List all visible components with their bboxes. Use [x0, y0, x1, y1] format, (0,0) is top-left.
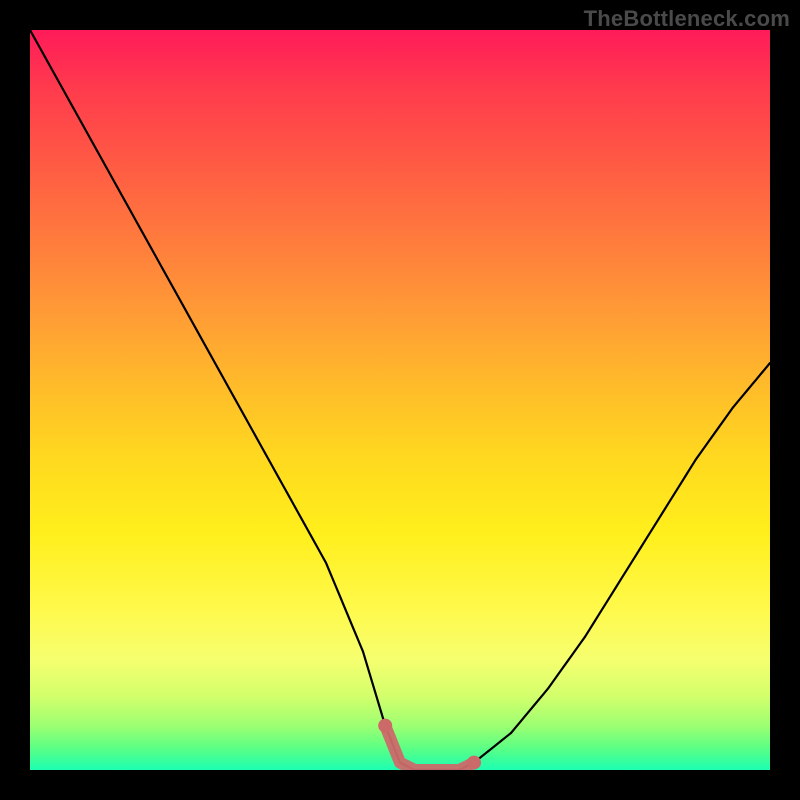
chart-frame: TheBottleneck.com [0, 0, 800, 800]
curve-layer [30, 30, 770, 770]
plot-area [30, 30, 770, 770]
watermark-label: TheBottleneck.com [584, 6, 790, 32]
optimal-range-endpoint-dot [378, 719, 392, 733]
optimal-range-band [385, 726, 474, 770]
optimal-range-endpoint-dot [467, 756, 481, 770]
bottleneck-curve-line [30, 30, 770, 770]
